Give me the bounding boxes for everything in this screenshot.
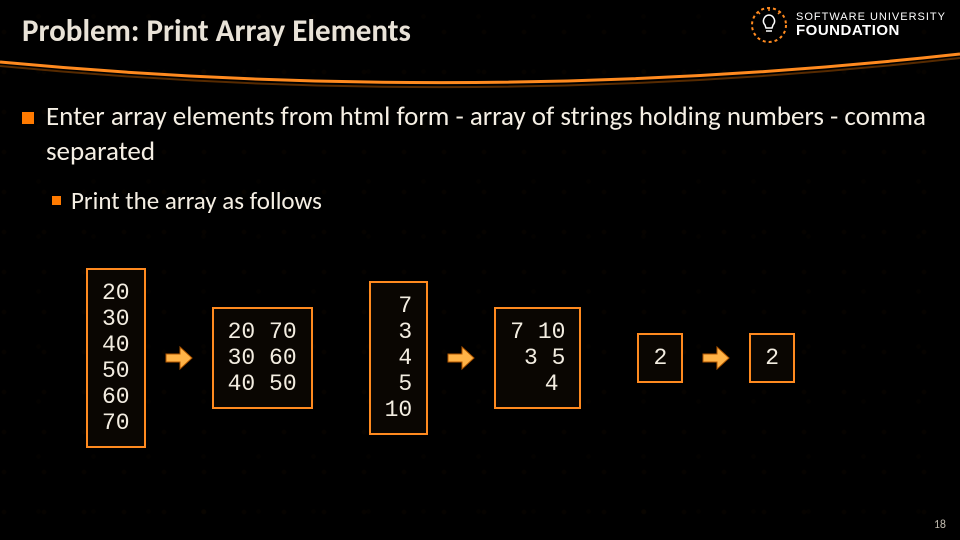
- examples-row: 20 30 40 50 60 70 20 70 30 60 40 50 7 3 …: [86, 268, 795, 448]
- logo: SOFTWARE UNIVERSITY FOUNDATION: [750, 6, 946, 44]
- bullet-level2: Print the array as follows: [52, 185, 938, 216]
- example1-input: 20 30 40 50 60 70: [86, 268, 146, 448]
- bullet2-text: Print the array as follows: [71, 185, 322, 216]
- logo-line2: FOUNDATION: [796, 23, 946, 38]
- header-arc-decoration: [0, 52, 960, 102]
- example1-output: 20 70 30 60 40 50: [212, 307, 313, 409]
- example2-output: 7 10 3 5 4: [494, 307, 581, 409]
- arrow-icon: [446, 345, 476, 371]
- arrow-icon: [701, 345, 731, 371]
- page-number: 18: [934, 518, 946, 532]
- arrow-icon: [164, 345, 194, 371]
- example3-output: 2: [749, 333, 795, 383]
- bullet-square-icon: [22, 112, 34, 124]
- slide-body: Enter array elements from html form - ar…: [22, 100, 938, 216]
- bullet-level1: Enter array elements from html form - ar…: [22, 100, 938, 169]
- slide-title: Problem: Print Array Elements: [22, 12, 411, 50]
- example3-input: 2: [637, 333, 683, 383]
- bullet-square-icon: [52, 196, 61, 205]
- bullet1-text: Enter array elements from html form - ar…: [46, 100, 938, 169]
- example2-input: 7 3 4 5 10: [369, 281, 429, 435]
- lightbulb-gear-icon: [750, 6, 788, 44]
